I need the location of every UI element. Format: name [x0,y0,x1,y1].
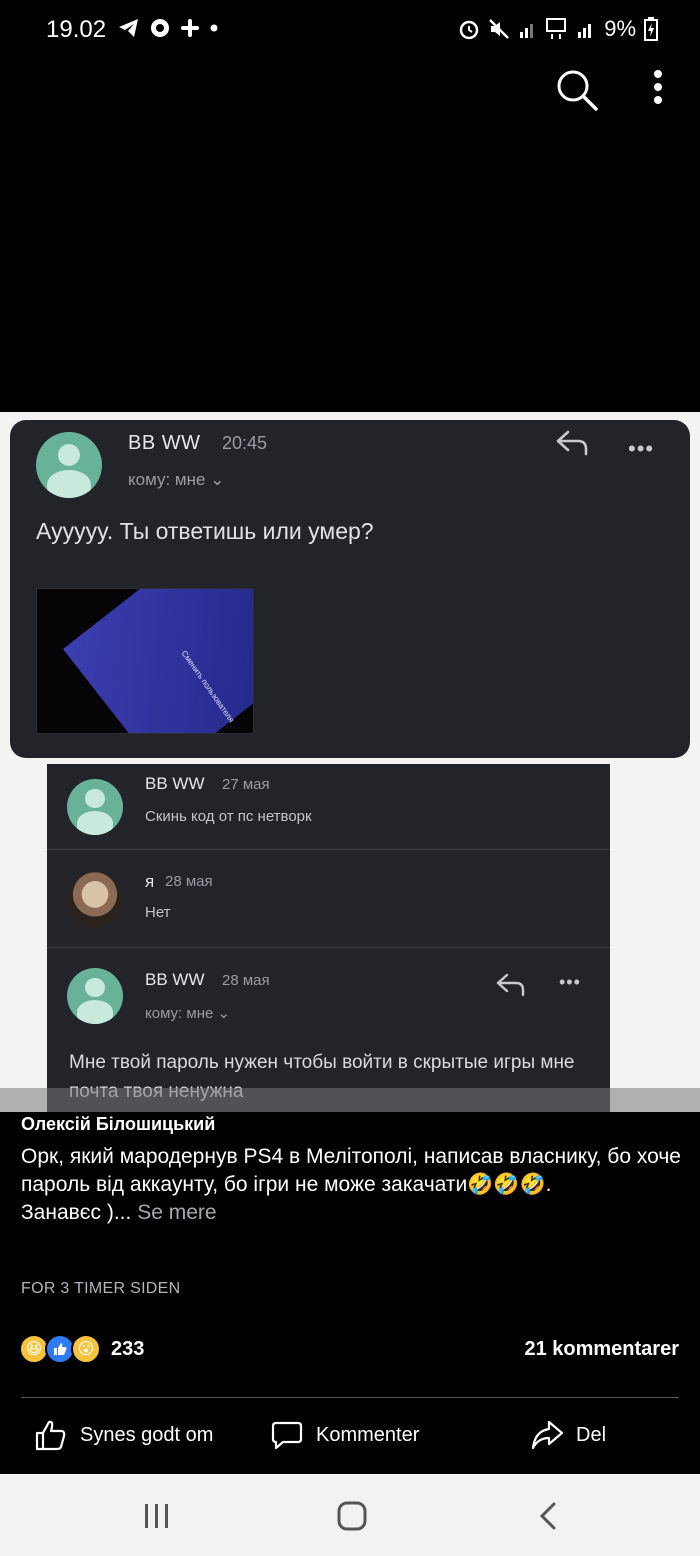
reactions-summary[interactable]: 😆 😮 233 [19,1334,144,1364]
thread-item: я 28 мая Нет [47,850,610,948]
wow-reaction-icon: 😮 [71,1334,101,1364]
divider [21,1397,679,1398]
message-recipient: кому: мне ⌄ [128,470,225,489]
thread-recipient: кому: мне ⌄ [145,1005,231,1022]
share-label: Del [576,1423,607,1446]
thread-sender: BB WW [145,970,205,989]
reply-icon [496,973,525,997]
thread-sender: я [145,872,155,891]
telegram-icon [119,19,138,37]
thread-date: 28 мая [222,972,270,989]
status-time: 19.02 [46,16,107,43]
thread-sender: BB WW [145,774,205,793]
message-card: BB WW 20:45 кому: мне ⌄ ••• Ауууyy. Ты о… [10,420,690,758]
search-button[interactable] [553,66,601,114]
post-author[interactable]: Олексій Білошицький [21,1114,215,1135]
signal-roaming-icon [520,24,534,38]
thread-item: BB WW 27 мая Скинь код от пс нетворк [47,764,610,850]
message-body: Ауууyy. Ты ответишь или умер? [36,518,374,544]
thread-text: Скинь код от пс нетворк [145,808,312,825]
thread-date: 27 мая [222,776,270,793]
message-thread: BB WW 27 мая Скинь код от пс нетворк я 2… [47,764,610,1112]
thread-date: 28 мая [165,873,213,890]
message-sender: BB WW [128,432,201,454]
status-bar: 19.02 9% [0,0,700,62]
chrome-icon [151,19,169,37]
attachment-image: Сменить пользователя [36,588,254,734]
like-button[interactable]: Synes godt om [34,1418,213,1452]
dot-icon [210,24,218,32]
recent-apps-icon[interactable] [137,1498,177,1534]
notification-icons [118,18,218,38]
thumbs-up-icon [35,1420,66,1451]
comment-icon [271,1421,303,1450]
avatar [67,968,123,1024]
more-options-button[interactable] [648,70,668,110]
post-image[interactable]: BB WW 20:45 кому: мне ⌄ ••• Ауууyy. Ты о… [0,412,700,1112]
5g-icon [546,18,567,39]
comment-count[interactable]: 21 kommentarer [524,1338,679,1361]
signal-icon [578,24,592,38]
post-text-line2: Занавєс )... [21,1201,132,1224]
thread-text: Нет [145,904,171,921]
post-text: Орк, який мародернув PS4 в Мелітополі, н… [21,1143,681,1227]
reaction-count: 233 [111,1337,145,1360]
home-icon[interactable] [332,1498,372,1534]
image-overlay-gradient [0,1088,700,1112]
alarm-icon [459,20,479,40]
more-vert-icon [654,70,662,78]
battery-charging-icon [644,17,658,41]
reply-icon [556,430,588,456]
post-timestamp: FOR 3 TIMER SIDEN [21,1280,181,1297]
post-text-body: Орк, який мародернув PS4 в Мелітополі, н… [21,1145,681,1196]
share-button[interactable]: Del [530,1418,606,1452]
back-icon[interactable] [530,1498,570,1534]
share-icon [531,1420,564,1450]
mute-icon [489,19,510,39]
system-icons: 9% [458,16,658,42]
battery-percent: 9% [604,16,636,41]
message-time: 20:45 [222,433,268,453]
like-label: Synes godt om [80,1423,214,1446]
more-horiz-icon: ••• [628,436,655,461]
avatar [36,432,102,498]
comment-label: Kommenter [316,1423,420,1446]
avatar-photo [67,872,123,928]
system-nav-bar [0,1474,700,1556]
avatar [67,779,123,835]
more-horiz-icon: ••• [559,972,581,992]
post-actions: Synes godt om Kommenter Del [0,1410,700,1466]
slack-icon [181,19,199,37]
comment-button[interactable]: Kommenter [270,1418,419,1452]
search-icon [557,70,598,111]
see-more-link[interactable]: Se mere [137,1201,216,1224]
